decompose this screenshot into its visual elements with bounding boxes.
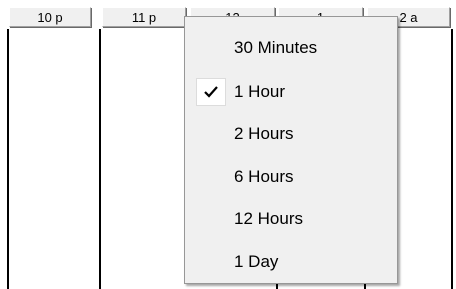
menu-item-label: 1 Day — [234, 252, 279, 271]
checkmark-icon — [204, 86, 218, 98]
menu-item-1-day[interactable]: 1 Day — [187, 245, 395, 279]
menu-item-label: 6 Hours — [234, 167, 294, 186]
menu-item-30-minutes[interactable]: 30 Minutes — [187, 31, 395, 65]
menu-item-label: 1 Hour — [234, 82, 286, 101]
time-scale-context-menu: 30 Minutes 1 Hour 2 Hours 6 Hours 12 Hou… — [184, 16, 398, 284]
hour-header-11p[interactable]: 11 p — [102, 7, 186, 27]
hour-divider — [7, 29, 9, 289]
hour-divider — [99, 29, 101, 289]
menu-item-6-hours[interactable]: 6 Hours — [187, 160, 395, 194]
menu-item-1-hour[interactable]: 1 Hour — [187, 75, 395, 109]
checkmark-frame — [196, 78, 226, 106]
hour-divider — [451, 29, 453, 289]
menu-item-label: 12 Hours — [234, 209, 303, 228]
menu-item-label: 2 Hours — [234, 124, 294, 143]
menu-item-12-hours[interactable]: 12 Hours — [187, 202, 395, 236]
menu-item-2-hours[interactable]: 2 Hours — [187, 117, 395, 151]
menu-item-label: 30 Minutes — [234, 38, 318, 57]
hour-header-10p[interactable]: 10 p — [9, 7, 91, 27]
